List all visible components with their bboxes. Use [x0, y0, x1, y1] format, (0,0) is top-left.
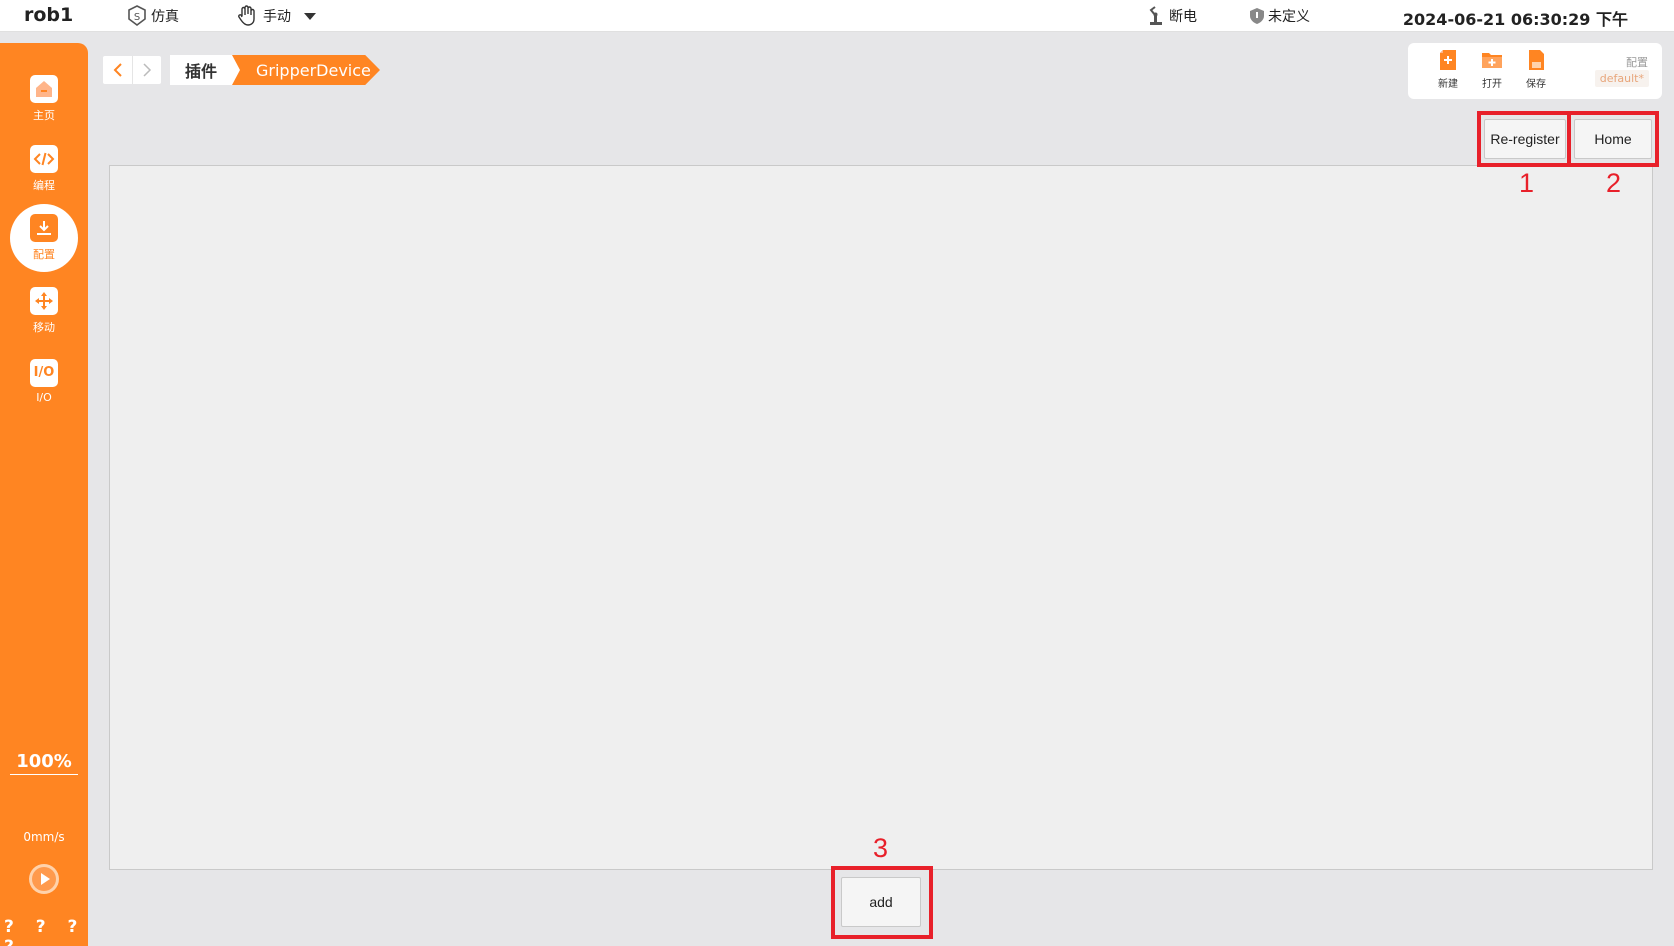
sidebar-item-home[interactable]: 主页 [10, 65, 78, 133]
save-config-label: 保存 [1526, 79, 1546, 90]
history-nav [103, 56, 161, 84]
highlight-box-3 [831, 866, 933, 939]
move-icon [30, 287, 58, 315]
config-value[interactable]: default* [1594, 70, 1649, 87]
sidebar-item-label: 主页 [33, 109, 55, 122]
robot-name: rob1 [24, 4, 74, 26]
safety-label: 未定义 [1268, 9, 1310, 25]
open-config-button[interactable]: 打开 [1472, 48, 1512, 96]
svg-text:S: S [134, 12, 140, 23]
speed-value: 0mm/s [23, 830, 65, 844]
new-config-label: 新建 [1438, 79, 1458, 90]
shield-icon [1250, 8, 1264, 24]
robot-arm-icon [1149, 6, 1162, 25]
sidebar-item-program[interactable]: 编程 [10, 135, 78, 203]
top-bar: rob1 S 仿真 手动 断电 未定义 2024-06-21 06:30:29 … [0, 0, 1674, 32]
sidebar: 主页 编程 配置 移动 I/O I/O 100% 0mm/s ? ? ? ? [0, 43, 88, 946]
highlight-box-1 [1477, 111, 1571, 167]
breadcrumb-plugins[interactable]: 插件 [170, 55, 240, 85]
play-button[interactable] [29, 864, 59, 894]
config-panel: 新建 打开 保存 配置 default* [1408, 43, 1662, 99]
annotation-number-3: 3 [873, 833, 889, 863]
forward-button[interactable] [132, 56, 161, 84]
sidebar-item-io[interactable]: I/O I/O [10, 347, 78, 415]
save-file-icon [1529, 50, 1544, 70]
device-list-area[interactable] [109, 165, 1653, 870]
io-icon: I/O [30, 358, 58, 387]
highlight-box-2 [1567, 111, 1659, 167]
sidebar-item-config[interactable]: 配置 [10, 204, 78, 272]
mode-label: 手动 [263, 9, 291, 25]
chevron-left-icon [113, 63, 122, 77]
mode-dropdown[interactable]: 手动 [236, 0, 322, 32]
play-icon [32, 867, 56, 891]
speed-percent[interactable]: 100% [10, 751, 78, 775]
datetime-display: 2024-06-21 06:30:29 下午 [1402, 10, 1628, 29]
sidebar-item-label: I/O [36, 390, 52, 404]
chevron-down-icon [304, 13, 316, 20]
annotation-number-2: 2 [1606, 168, 1622, 198]
config-icon [30, 214, 58, 242]
power-label: 断电 [1169, 9, 1197, 25]
simulation-status[interactable]: S 仿真 [126, 0, 179, 32]
hand-icon [238, 5, 255, 26]
back-button[interactable] [103, 56, 132, 84]
sidebar-item-label: 编程 [33, 179, 55, 192]
simulation-icon: S [128, 5, 146, 26]
code-icon [30, 145, 58, 173]
config-label: 配置 [1626, 56, 1648, 69]
open-folder-icon [1482, 53, 1502, 68]
status-footer: ? ? ? ? [4, 917, 86, 946]
open-config-label: 打开 [1482, 79, 1502, 90]
chevron-right-icon [143, 63, 152, 77]
breadcrumb-gripper-device[interactable]: GripperDevice [232, 55, 380, 85]
new-file-icon [1440, 50, 1456, 70]
home-icon [30, 75, 58, 103]
annotation-number-1: 1 [1519, 168, 1535, 198]
save-config-button[interactable]: 保存 [1516, 48, 1556, 96]
safety-status[interactable]: 未定义 [1249, 0, 1310, 32]
sidebar-item-move[interactable]: 移动 [10, 277, 78, 345]
new-config-button[interactable]: 新建 [1428, 48, 1468, 96]
sidebar-item-label: 配置 [33, 248, 55, 261]
power-status[interactable]: 断电 [1146, 0, 1197, 32]
simulation-label: 仿真 [151, 9, 179, 25]
sidebar-item-label: 移动 [33, 321, 55, 334]
